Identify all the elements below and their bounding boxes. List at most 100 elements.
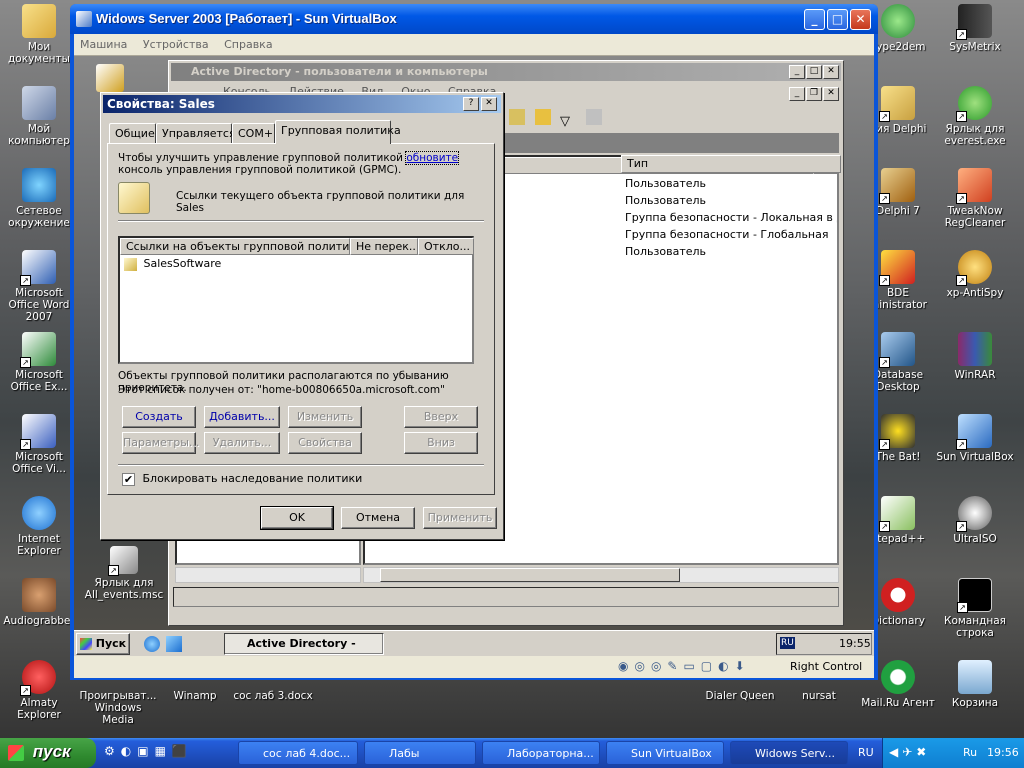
task-labs-folder[interactable]: Лабы bbox=[364, 741, 476, 765]
vm-desktop-icon-all-events[interactable]: ↗ Ярлык для All_events.msc bbox=[84, 546, 164, 601]
ad-maximize-button[interactable]: □ bbox=[806, 65, 822, 79]
col-no-override[interactable]: Не перек... bbox=[350, 238, 418, 255]
gpo-links-list[interactable]: Ссылки на объекты групповой политики Не … bbox=[118, 236, 474, 364]
quick-launch[interactable]: ⚙◐▣▦⬛ bbox=[104, 744, 214, 762]
tab-group-policy[interactable]: Групповая политика bbox=[275, 120, 401, 144]
desktop-icon-ie[interactable]: Internet Explorer bbox=[0, 496, 78, 557]
create-button[interactable]: Создать bbox=[122, 406, 196, 428]
col-disabled[interactable]: Откло... bbox=[418, 238, 474, 255]
scrollbar-thumb[interactable] bbox=[380, 568, 680, 582]
desktop-icon-my-documents[interactable]: Мои документы bbox=[0, 4, 78, 65]
ad-inner-minimize-button[interactable]: _ bbox=[789, 87, 805, 101]
desktop-icon-audiograbber[interactable]: Audiograbber bbox=[0, 578, 78, 627]
tray-icons[interactable]: ◀✈✖ bbox=[889, 745, 930, 759]
vm-tray: RU 19:55 bbox=[776, 633, 872, 655]
ad-row-3[interactable]: Группа безопасности - Локальная в доме bbox=[625, 211, 837, 224]
menu-devices[interactable]: Устройства bbox=[137, 34, 215, 55]
ad-title-bar[interactable]: Active Directory - пользователи и компью… bbox=[171, 63, 841, 81]
desktop-icon-visio[interactable]: ↗ Microsoft Office Vi... bbox=[0, 414, 78, 475]
up-button[interactable]: Вверх bbox=[404, 406, 478, 428]
desktop-icon-ultraiso[interactable]: ↗ UltraISO bbox=[936, 496, 1014, 545]
down-button[interactable]: Вниз bbox=[404, 432, 478, 454]
windows-logo-icon bbox=[79, 638, 92, 650]
dialog-close-button[interactable]: ✕ bbox=[481, 97, 497, 111]
desktop-icon-my-computer[interactable]: Мой компьютер bbox=[0, 86, 78, 147]
ad-row-5[interactable]: Пользователь bbox=[625, 245, 706, 258]
tab-general[interactable]: Общие bbox=[109, 123, 156, 143]
ad-row-1[interactable]: Пользователь bbox=[625, 177, 706, 190]
tab-com-plus[interactable]: COM+ bbox=[232, 123, 275, 143]
gpmc-intro: Чтобы улучшить управление групповой поли… bbox=[118, 151, 460, 176]
cancel-button[interactable]: Отмена bbox=[341, 507, 415, 529]
ad-close-button[interactable]: ✕ bbox=[823, 65, 839, 79]
apply-button[interactable]: Применить bbox=[423, 507, 497, 529]
computer-icon bbox=[22, 86, 56, 120]
menu-machine[interactable]: Машина bbox=[74, 34, 133, 55]
task-virtualbox[interactable]: Sun VirtualBox bbox=[606, 741, 724, 765]
maximize-button[interactable]: □ bbox=[827, 9, 848, 30]
task-lab-document[interactable]: Лабораторна... bbox=[482, 741, 600, 765]
start-button[interactable]: пуск bbox=[0, 738, 96, 768]
vm-start-button[interactable]: Пуск bbox=[76, 633, 130, 655]
minimize-button[interactable]: _ bbox=[804, 9, 825, 30]
gpmc-update-link[interactable]: обновите bbox=[405, 151, 460, 165]
quicklaunch-explorer-icon[interactable] bbox=[166, 636, 182, 652]
vm-lang-indicator[interactable]: RU bbox=[780, 637, 795, 649]
desktop-icon-everest[interactable]: ↗ Ярлык для everest.exe bbox=[936, 86, 1014, 147]
desktop-icon-virtualbox[interactable]: ↗ Sun VirtualBox bbox=[936, 414, 1014, 463]
desktop-icon-word[interactable]: ↗ Microsoft Office Word 2007 bbox=[0, 250, 78, 323]
add-to-group-icon[interactable] bbox=[585, 109, 602, 125]
desktop-icon-cmd[interactable]: ↗ Командная строка bbox=[936, 578, 1014, 639]
ad-list-hscrollbar[interactable] bbox=[363, 567, 839, 583]
dialog-help-button[interactable]: ? bbox=[463, 97, 479, 111]
dialog-title-bar[interactable]: Свойства: Sales bbox=[103, 95, 501, 113]
desktop-icon-recycle-bin[interactable]: Корзина bbox=[936, 660, 1014, 709]
col-type-label[interactable]: Тип bbox=[621, 155, 841, 173]
edit-button[interactable]: Изменить bbox=[288, 406, 362, 428]
ad-tree-hscrollbar[interactable] bbox=[175, 567, 361, 583]
desktop-icon-tweaknow[interactable]: ↗ TweakNow RegCleaner bbox=[936, 168, 1014, 229]
word-icon: ↗ bbox=[20, 250, 56, 286]
ok-button[interactable]: OK bbox=[260, 506, 334, 530]
regcleaner-icon: ↗ bbox=[956, 168, 992, 204]
language-indicator[interactable]: RU bbox=[858, 746, 874, 759]
ad-minimize-button[interactable]: _ bbox=[789, 65, 805, 79]
desktop-icon-sysmetrix[interactable]: ↗ SysMetrix bbox=[936, 4, 1014, 53]
vm-task-active-directory[interactable]: Active Directory - по... bbox=[224, 633, 384, 655]
desktop-icon-excel[interactable]: ↗ Microsoft Office Ex... bbox=[0, 332, 78, 393]
users-icon[interactable] bbox=[509, 109, 525, 125]
task-windows-server[interactable]: Widows Serv... bbox=[730, 741, 848, 765]
ad-row-2[interactable]: Пользователь bbox=[625, 194, 706, 207]
add-button[interactable]: Добавить... bbox=[204, 406, 280, 428]
tray-lang[interactable]: Ru bbox=[963, 746, 977, 759]
close-button[interactable]: ✕ bbox=[850, 9, 871, 30]
ad-row-4[interactable]: Группа безопасности - Глобальная bbox=[625, 228, 828, 241]
virtualbox-status-bar: ◉◎◎✎▭▢◐⬇ Right Control bbox=[74, 656, 874, 678]
device-status-icons[interactable]: ◉◎◎✎▭▢◐⬇ bbox=[618, 659, 788, 675]
task-doc4[interactable]: сос лаб 4.doc... bbox=[238, 741, 358, 765]
menu-help[interactable]: Справка bbox=[218, 34, 278, 55]
properties-button[interactable]: Свойства bbox=[288, 432, 362, 454]
group-icon[interactable] bbox=[534, 109, 551, 125]
vm-screen[interactable]: ↗ Ярлык для All_events.msc Active Direct… bbox=[74, 56, 874, 656]
ad-window-title: Active Directory - пользователи и компью… bbox=[191, 65, 488, 78]
quicklaunch-ie-icon[interactable] bbox=[144, 636, 160, 652]
block-inheritance-checkbox[interactable]: ✔ bbox=[122, 472, 135, 486]
disc-icon: ↗ bbox=[956, 496, 992, 532]
desktop-icon-almaty[interactable]: ↗ Almaty Explorer bbox=[0, 660, 78, 721]
col-gpo-links[interactable]: Ссылки на объекты групповой политики bbox=[120, 238, 350, 255]
window-title: Widows Server 2003 [Работает] - Sun Virt… bbox=[96, 11, 397, 26]
desktop-icon-winrar[interactable]: WinRAR bbox=[936, 332, 1014, 381]
tab-managed-by[interactable]: Управляется bbox=[156, 123, 236, 143]
virtualbox-title-bar[interactable]: Widows Server 2003 [Работает] - Sun Virt… bbox=[70, 4, 878, 34]
desktop-icon-wmp[interactable]: Проигрыват... Windows Media bbox=[78, 672, 158, 726]
gpo-list-item[interactable]: SalesSoftware bbox=[124, 257, 324, 272]
ad-inner-close-button[interactable]: ✕ bbox=[823, 87, 839, 101]
ad-inner-restore-button[interactable]: ❐ bbox=[806, 87, 822, 101]
desktop-icon-network[interactable]: Сетевое окружение bbox=[0, 168, 78, 229]
vm-clock: 19:55 bbox=[839, 637, 871, 650]
filter-icon[interactable]: ▽ bbox=[560, 114, 576, 130]
desktop-icon-xp-antispy[interactable]: ↗ xp-AntiSpy bbox=[936, 250, 1014, 299]
options-button[interactable]: Параметры... bbox=[122, 432, 199, 454]
delete-button[interactable]: Удалить... bbox=[204, 432, 280, 454]
